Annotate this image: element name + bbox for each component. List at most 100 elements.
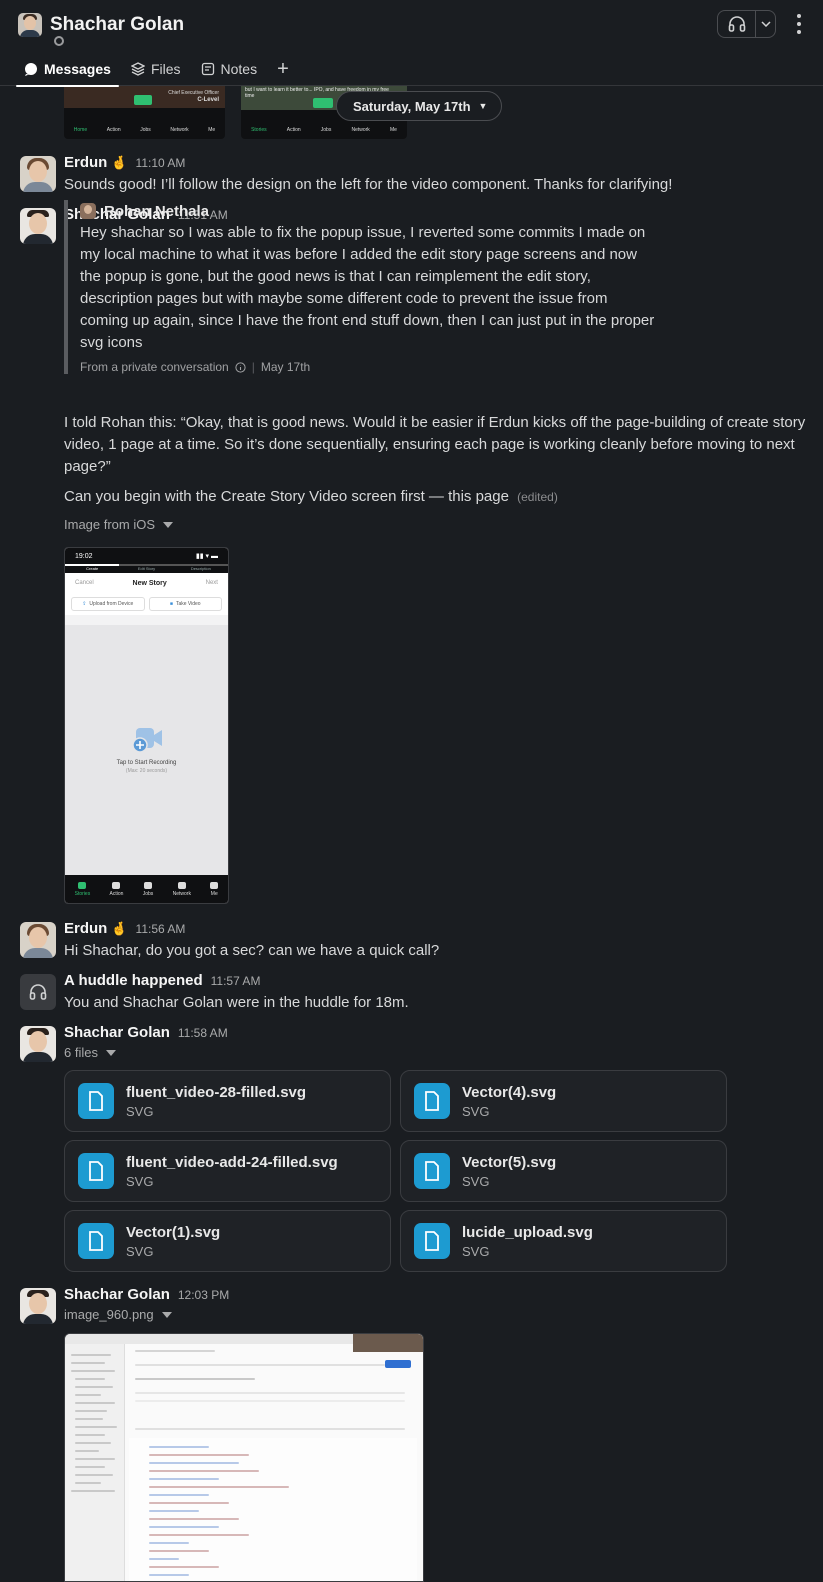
quote-line: svg icons xyxy=(80,334,143,351)
file-attachment[interactable]: Vector(1).svg SVG xyxy=(64,1210,391,1272)
message-header: A huddle happened 11:57 AM xyxy=(64,972,260,989)
shared-message-quote[interactable]: Rohan Nethala Hey shachar so I was able … xyxy=(64,200,664,374)
file-name: fluent_video-28-filled.svg xyxy=(126,1083,307,1101)
message-text: Hi Shachar, do you got a sec? can we hav… xyxy=(64,942,440,959)
phone-upload-row: ⇪ Upload from Device ■ Take Video xyxy=(65,593,228,615)
file-type: SVG xyxy=(126,1243,154,1259)
nav-label: Stories xyxy=(251,127,267,133)
screenshot-video-thumb xyxy=(353,1334,423,1352)
timestamp[interactable]: 12:03 PM xyxy=(178,1288,229,1302)
message-bubble-icon xyxy=(24,62,38,76)
dm-title[interactable]: Shachar Golan xyxy=(18,10,184,46)
phone-nav-item: Me xyxy=(210,881,219,897)
author-name: A huddle happened xyxy=(64,972,203,989)
quote-date[interactable]: May 17th xyxy=(261,360,310,374)
phone-bottom-nav: Stories Action Jobs Network Me xyxy=(65,875,228,903)
quote-source[interactable]: From a private conversation xyxy=(80,360,229,374)
author-name[interactable]: Erdun xyxy=(64,154,107,171)
file-name: Vector(5).svg xyxy=(462,1153,557,1171)
file-name: lucide_upload.svg xyxy=(462,1223,593,1241)
file-name: fluent_video-add-24-filled.svg xyxy=(126,1153,338,1171)
author-name[interactable]: Shachar Golan xyxy=(64,1286,170,1303)
file-icon xyxy=(78,1223,114,1259)
step-tab: Description xyxy=(173,564,228,573)
phone-cancel: Cancel xyxy=(75,580,94,586)
author-name[interactable]: Erdun xyxy=(64,920,107,937)
message-text: Can you begin with the Create Story Vide… xyxy=(64,486,558,508)
file-icon xyxy=(78,1083,114,1119)
message-line: I told Rohan this: “Okay, that is good n… xyxy=(64,414,806,431)
caret-down-icon xyxy=(161,1311,172,1318)
add-tab-button[interactable]: + xyxy=(269,52,297,86)
quote-line: my local machine to what it was before I… xyxy=(80,246,637,263)
timestamp[interactable]: 11:58 AM xyxy=(178,1026,228,1040)
message-image[interactable]: 19:02 ▮▮ ▾ ▬ Create Edit Story Descripti… xyxy=(64,547,229,904)
timestamp[interactable]: 11:10 AM xyxy=(136,156,186,170)
author-name[interactable]: Shachar Golan xyxy=(64,1024,170,1041)
nav-label: Me xyxy=(389,127,397,133)
more-options-icon[interactable] xyxy=(792,12,806,36)
file-type: SVG xyxy=(462,1173,490,1189)
image-toggle[interactable]: Image from iOS xyxy=(64,517,174,532)
caret-down-icon xyxy=(163,521,174,528)
video-add-icon xyxy=(131,728,162,753)
tab-notes[interactable]: Notes xyxy=(193,52,266,86)
nav-label: Action xyxy=(286,127,301,133)
image-toggle[interactable]: image_960.png xyxy=(64,1307,172,1322)
image-caption: C-Level xyxy=(197,97,219,103)
file-icon xyxy=(414,1083,450,1119)
chevron-down-icon[interactable] xyxy=(756,11,775,37)
timestamp[interactable]: 11:57 AM xyxy=(211,974,261,988)
nav-label: Stories xyxy=(74,890,91,897)
chevron-down-icon: ▼ xyxy=(478,101,488,111)
image-caption: Chief Executive Officer xyxy=(168,90,219,96)
file-attachment[interactable]: lucide_upload.svg SVG xyxy=(400,1210,727,1272)
message-image[interactable]: Chief Executive Officer C-Level Home Act… xyxy=(64,86,225,139)
tab-messages[interactable]: Messages xyxy=(16,52,119,87)
timestamp[interactable]: 11:56 AM xyxy=(136,922,186,936)
screenshot-code-area xyxy=(129,1438,417,1581)
send-button-thumb xyxy=(385,1360,411,1368)
file-attachment[interactable]: Vector(5).svg SVG xyxy=(400,1140,727,1202)
channel-tabs: Messages Files Notes + xyxy=(16,52,297,87)
tab-files[interactable]: Files xyxy=(123,52,189,86)
avatar[interactable] xyxy=(20,156,56,192)
presence-indicator xyxy=(54,36,64,46)
avatar[interactable] xyxy=(20,1288,56,1324)
message-line: page?” xyxy=(64,458,111,475)
headphones-icon[interactable] xyxy=(718,11,756,37)
date-divider[interactable]: Saturday, May 17th ▼ xyxy=(336,91,503,121)
status-emoji: 🤞 xyxy=(111,921,128,936)
headphones-icon xyxy=(29,984,47,1000)
message-text: I told Rohan this: “Okay, that is good n… xyxy=(64,412,805,478)
message-line: video, 1 page at a time. So it’s done se… xyxy=(64,436,795,453)
file-type: SVG xyxy=(126,1173,154,1189)
huddle-button[interactable] xyxy=(717,10,776,38)
avatar xyxy=(18,13,42,37)
message-image[interactable] xyxy=(64,1333,424,1582)
huddle-avatar xyxy=(20,974,56,1010)
quote-line: coming up again, since I have the front … xyxy=(80,312,655,329)
info-icon[interactable] xyxy=(235,361,246,373)
screenshot-sidebar xyxy=(65,1344,125,1581)
file-attachment[interactable]: Vector(4).svg SVG xyxy=(400,1070,727,1132)
avatar[interactable] xyxy=(20,922,56,958)
file-attachment[interactable]: fluent_video-28-filled.svg SVG xyxy=(64,1070,391,1132)
phone-nav-row: Cancel New Story Next xyxy=(65,573,228,593)
phone-title: New Story xyxy=(132,579,167,587)
phone-nav-item: Network xyxy=(173,881,191,897)
avatar[interactable] xyxy=(20,1026,56,1062)
layers-icon xyxy=(130,62,145,76)
files-toggle[interactable]: 6 files xyxy=(64,1045,116,1060)
message-feed[interactable]: Chief Executive Officer C-Level Home Act… xyxy=(0,86,823,1582)
nav-label: Me xyxy=(208,127,216,133)
note-icon xyxy=(201,62,215,76)
phone-next: Next xyxy=(205,580,218,586)
nav-label: Network xyxy=(170,127,189,133)
file-attachment[interactable]: fluent_video-add-24-filled.svg SVG xyxy=(64,1140,391,1202)
image-label: image_960.png xyxy=(64,1307,154,1322)
nav-label: Network xyxy=(351,127,370,133)
avatar[interactable] xyxy=(20,208,56,244)
record-title: Tap to Start Recording xyxy=(116,760,177,766)
nav-label: Home xyxy=(73,127,88,133)
